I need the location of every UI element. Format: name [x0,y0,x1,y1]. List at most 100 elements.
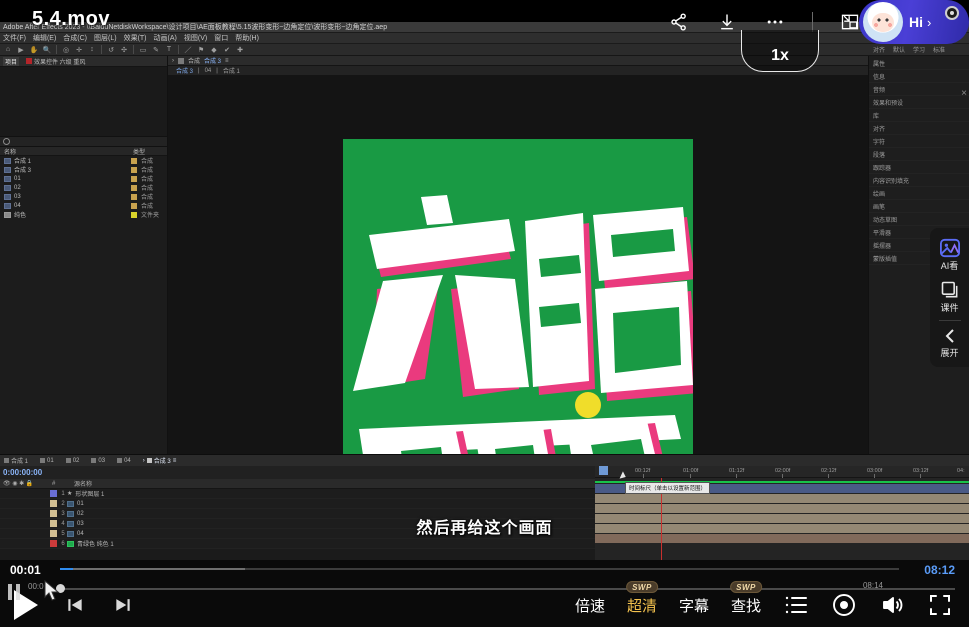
list-item[interactable]: 01 合成 [0,174,167,183]
workspace-learn[interactable]: 学习 [913,45,925,54]
pause-icon[interactable] [8,584,20,600]
project-search-row[interactable] [0,137,167,147]
tab-01[interactable]: 01 [40,458,54,464]
tab-03[interactable]: 03 [91,458,105,464]
tab-02[interactable]: 02 [66,458,80,464]
hand-tool-icon[interactable]: ✋ [30,46,38,54]
timeline-graph-area[interactable]: 00:12f 01:00f 01:12f 02:00f 02:12f 03:00… [595,466,969,560]
breadcrumb-item[interactable]: 合成 3 [176,66,193,75]
playback-speed-button[interactable]: 倍速 [575,595,605,616]
sidebar-item-align[interactable]: 对齐 [869,122,969,135]
sidebar-item-tracker[interactable]: 跟踪器 [869,161,969,174]
selection-tool-icon[interactable]: ▶ [17,46,25,54]
list-item[interactable]: 合成 1 合成 [0,156,167,165]
item-name: 合成 3 [14,165,131,174]
tab-effect-controls[interactable]: 效果控件 六级 重风 [24,57,87,66]
project-panel-tabs[interactable]: 项目 效果控件 六级 重风 [0,56,167,67]
timeline-ruler[interactable]: 00:12f 01:00f 01:12f 02:00f 02:12f 03:00… [595,466,969,478]
player-control-bar: 00:01 08:12 00:0 08:14 [0,560,969,627]
close-small-icon[interactable]: × [961,88,967,99]
workspace-default[interactable]: 默认 [893,45,905,54]
sidebar-item-motion-sketch[interactable]: 动态草图 [869,213,969,226]
search-icon[interactable] [3,138,10,145]
clone-stamp-tool-icon[interactable]: ⚑ [197,46,205,54]
rectangle-tool-icon[interactable]: ▭ [139,46,147,54]
list-item[interactable]: 纯色 文件夹 [0,210,167,219]
search-button[interactable]: SWP 查找 [731,595,761,616]
next-button[interactable] [112,594,134,616]
sidebar-item-paragraph[interactable]: 段落 [869,148,969,161]
pan-tool-icon[interactable]: ✛ [75,46,83,54]
workspace-standard[interactable]: 标准 [933,45,945,54]
list-item[interactable]: 合成 3 合成 [0,165,167,174]
chevron-right-icon[interactable]: › [172,58,174,64]
ai-watch-button[interactable]: AI看 [930,234,969,276]
sidebar-item-brushes[interactable]: 画笔 [869,200,969,213]
rotation-tool-icon[interactable]: ↺ [107,46,115,54]
download-icon[interactable] [716,11,738,33]
target-icon[interactable] [831,592,857,618]
playhead-handle[interactable] [599,466,608,475]
subtitles-button[interactable]: 字幕 [679,595,709,616]
sidebar-item-effects-presets[interactable]: 效果和预设 [869,96,969,109]
brush-tool-icon[interactable]: ／ [184,46,192,54]
layer-color-swatch [50,540,57,547]
sidebar-item-character[interactable]: 字符 [869,135,969,148]
layer-color-swatch [50,500,57,507]
sidebar-item-content-aware-fill[interactable]: 内容识别填充 [869,174,969,187]
label-color-swatch [131,185,137,191]
sidebar-item-paint[interactable]: 绘画 [869,187,969,200]
workspace-align[interactable]: 对齐 [873,45,885,54]
column-type: 类型 [133,147,167,156]
puppet-pin-tool-icon[interactable]: ✚ [236,46,244,54]
layer-bar[interactable] [595,494,969,503]
tab-comp-3[interactable]: ›合成 3≡ [143,456,177,465]
breadcrumb-item[interactable]: 04 [205,68,212,74]
home-icon[interactable]: ⌂ [4,46,12,54]
comp-tab-active[interactable]: 合成 3 [204,56,221,65]
panel-menu-icon[interactable]: ≡ [225,58,229,64]
ruler-tooltip: 时间标尺（单击以设置新范围） [625,482,710,494]
dolly-tool-icon[interactable]: ↕ [88,46,96,54]
sidebar-item-audio[interactable]: 音频 [869,83,969,96]
workspace-labels[interactable]: 对齐 默认 学习 标准 [873,45,965,54]
video-subtitle: 然后再给这个画面 [0,514,969,538]
previous-button[interactable] [64,594,86,616]
toolbar-divider [178,45,179,54]
toolbar-divider [101,45,102,54]
layer-index: 2 [59,501,67,507]
top-bar-divider [812,12,813,32]
tab-project[interactable]: 项目 [3,57,19,66]
courseware-button[interactable]: 课件 [930,276,969,318]
composition-canvas[interactable] [343,139,693,487]
breadcrumb-item[interactable]: 合成 1 [223,66,240,75]
volume-icon[interactable] [879,592,905,618]
tab-04[interactable]: 04 [117,458,131,464]
layer-bar[interactable] [595,504,969,513]
share-icon[interactable] [668,11,690,33]
list-item[interactable]: 03 合成 [0,192,167,201]
playback-speed-badge[interactable]: 1x [741,30,819,72]
fullscreen-icon[interactable] [927,592,953,618]
sidebar-item-properties[interactable]: 属性 [869,57,969,70]
playlist-icon[interactable] [783,592,809,618]
roto-brush-tool-icon[interactable]: ✔ [223,46,231,54]
picture-in-picture-icon[interactable] [839,11,861,33]
orbit-tool-icon[interactable]: ◎ [62,46,70,54]
tab-effect-controls-label: 效果控件 六级 重风 [34,57,85,66]
tab-comp-1[interactable]: 合成 1 [4,456,28,465]
list-item[interactable]: 02 合成 [0,183,167,192]
expand-button[interactable]: 展开 [930,323,969,363]
list-item[interactable]: 04 合成 [0,201,167,210]
progress-header: 00:01 08:12 [0,560,969,578]
sidebar-item-info[interactable]: 信息 [869,70,969,83]
zoom-tool-icon[interactable]: 🔍 [43,46,51,54]
sidebar-item-libraries[interactable]: 库 [869,109,969,122]
eraser-tool-icon[interactable]: ◆ [210,46,218,54]
timeline-tab-bar[interactable]: 合成 1 01 02 03 04 ›合成 3≡ [0,455,969,466]
buffer-track[interactable] [60,568,899,570]
anchor-point-tool-icon[interactable]: ✣ [120,46,128,54]
pen-tool-icon[interactable]: ✎ [152,46,160,54]
text-tool-icon[interactable]: T [165,46,173,54]
quality-button[interactable]: SWP 超清 [627,595,657,616]
